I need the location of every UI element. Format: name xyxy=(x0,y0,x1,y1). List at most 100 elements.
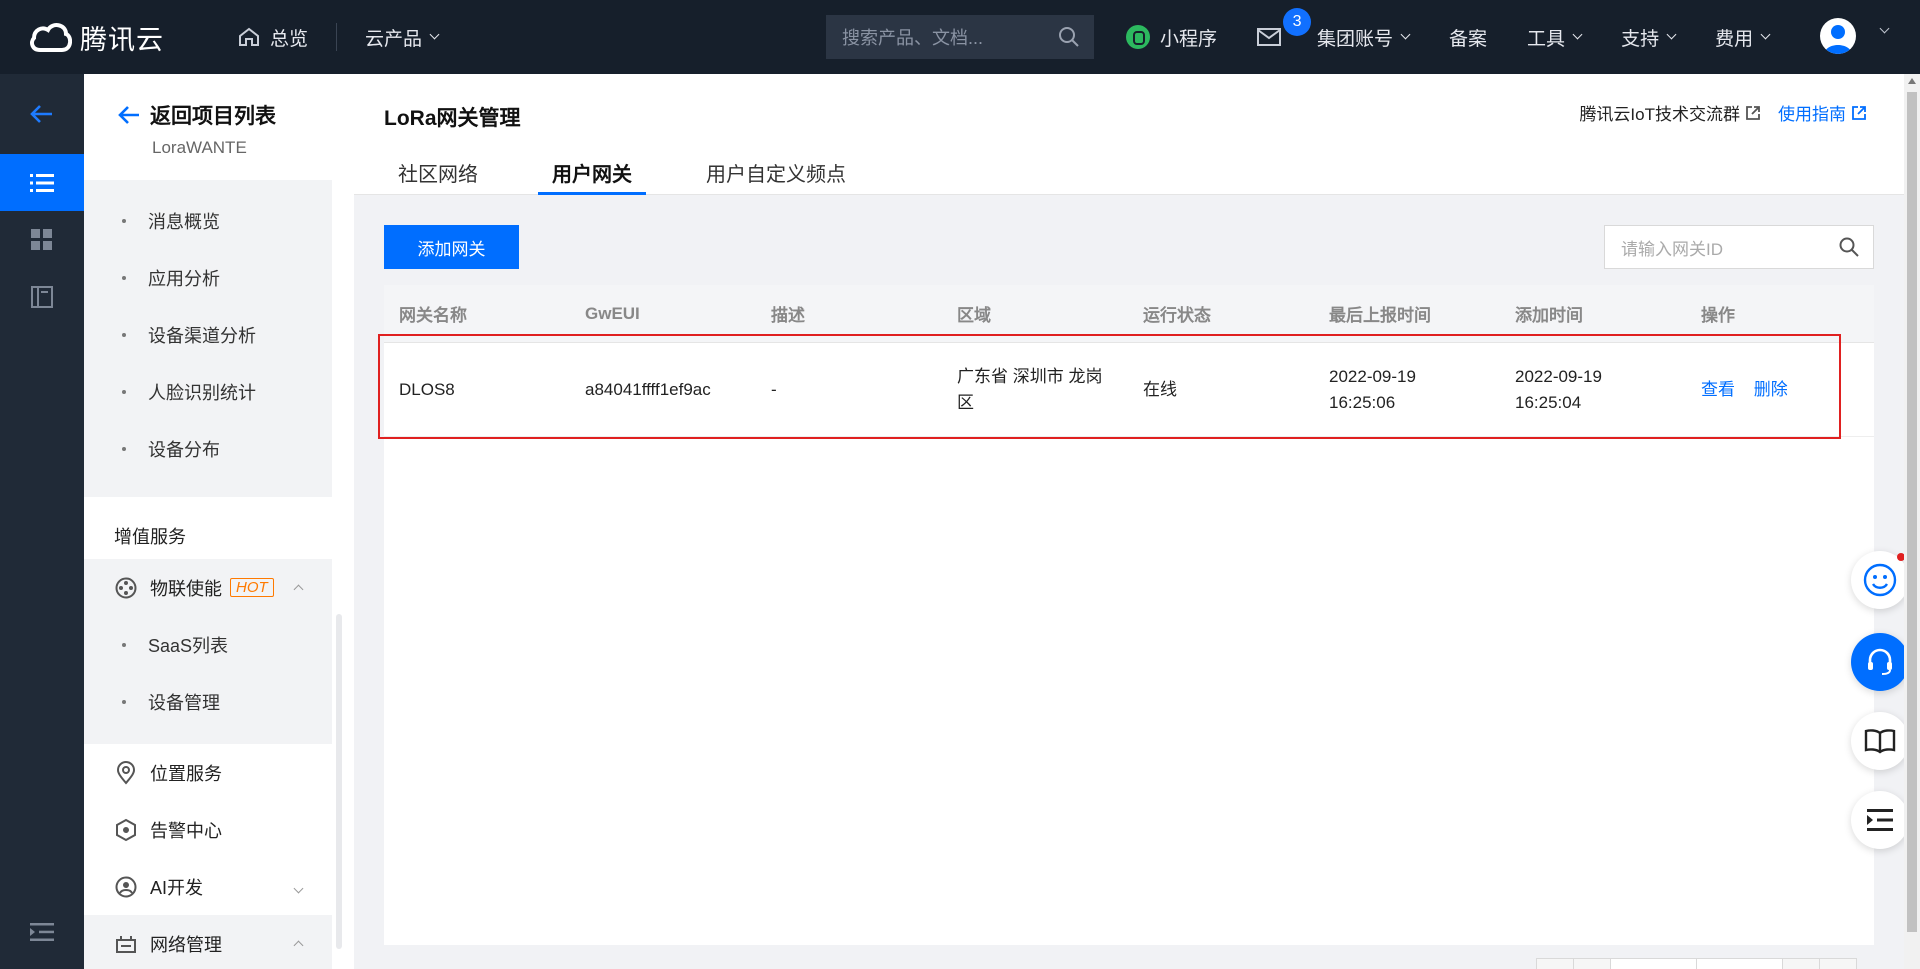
table-header: 网关名称 GwEUI 描述 区域 运行状态 最后上报时间 添加时间 操作 xyxy=(384,285,1874,343)
sidebar-item-label: 设备管理 xyxy=(148,692,220,713)
column-header: 最后上报时间 xyxy=(1329,306,1431,325)
tab-community-network[interactable]: 社区网络 xyxy=(384,158,492,195)
chevron-up-icon xyxy=(286,577,304,598)
pager-cell[interactable] xyxy=(1782,958,1821,969)
chevron-down-icon[interactable] xyxy=(1879,23,1890,34)
user-icon xyxy=(1824,25,1852,54)
hot-badge: HOT xyxy=(230,578,274,597)
sidebar-item-label: 应用分析 xyxy=(148,268,220,289)
tech-group-label: 腾讯云IoT技术交流群 xyxy=(1579,105,1740,124)
sidebar-item-iot-enable[interactable]: 物联使能 HOT xyxy=(84,559,332,616)
gateway-id-search-input[interactable]: 请输入网关ID xyxy=(1604,225,1874,269)
rail-docs[interactable] xyxy=(0,268,84,325)
sidebar-item-message-overview[interactable]: 消息概览 xyxy=(84,192,332,249)
headset-icon xyxy=(1868,648,1892,675)
gateway-name-cell: DLOS8 xyxy=(399,379,455,399)
sidebar-item-label: 位置服务 xyxy=(150,763,222,784)
tencent-cloud-logo[interactable]: 腾讯云 xyxy=(28,18,188,57)
header-links: 腾讯云IoT技术交流群 使用指南 xyxy=(1579,100,1866,125)
sidebar-item-face-stats[interactable]: 人脸识别统计 xyxy=(84,363,332,420)
page-header: LoRa网关管理 腾讯云IoT技术交流群 使用指南 社区网络 用户网关 用户自定… xyxy=(354,74,1904,195)
sidebar-item-device-distribution[interactable]: 设备分布 xyxy=(84,420,332,477)
docs-button[interactable] xyxy=(1851,712,1909,770)
message-button[interactable]: 3 xyxy=(1257,8,1312,46)
cloud-logo-icon xyxy=(30,23,72,52)
global-search-input[interactable]: 搜索产品、文档... xyxy=(826,15,1094,59)
project-name: LoraWANTE xyxy=(152,138,247,157)
chevron-down-icon xyxy=(1572,29,1583,40)
gateway-search-placeholder: 请输入网关ID xyxy=(1621,239,1723,259)
tech-group-link[interactable]: 腾讯云IoT技术交流群 xyxy=(1579,100,1760,125)
chevron-down-icon xyxy=(1400,29,1411,40)
status-cell: 在线 xyxy=(1143,379,1177,399)
network-icon xyxy=(114,932,138,956)
page-scrollbar[interactable] xyxy=(1904,74,1920,969)
user-avatar[interactable] xyxy=(1820,18,1856,54)
last-report-cell: 2022-09-19 16:25:06 xyxy=(1329,366,1416,412)
list-icon xyxy=(30,173,54,192)
view-link[interactable]: 查看 xyxy=(1701,380,1735,399)
scrollbar-thumb[interactable] xyxy=(1907,92,1917,932)
search-icon[interactable] xyxy=(1839,237,1859,257)
open-book-icon xyxy=(1864,729,1896,754)
pagination xyxy=(1536,958,1857,969)
record-link[interactable]: 备案 xyxy=(1449,24,1487,51)
menu-toggle-button[interactable] xyxy=(1851,791,1909,849)
sidebar-item-channel-analysis[interactable]: 设备渠道分析 xyxy=(84,306,332,363)
user-guide-link[interactable]: 使用指南 xyxy=(1778,100,1866,125)
pager-size-select[interactable] xyxy=(1609,958,1697,969)
billing-menu[interactable]: 费用 xyxy=(1715,24,1771,51)
chevron-down-icon xyxy=(286,876,304,897)
nav-cloud-products[interactable]: 云产品 xyxy=(365,24,440,51)
pager-cell[interactable] xyxy=(1819,958,1857,969)
rail-list[interactable] xyxy=(0,154,84,211)
home-icon xyxy=(239,27,259,46)
back-to-projects-link[interactable]: 返回项目列表 xyxy=(118,100,354,130)
collapse-menu-button[interactable] xyxy=(0,923,84,941)
account-menu[interactable]: 集团账号 xyxy=(1317,24,1411,51)
sidebar-item-alarm[interactable]: 告警中心 xyxy=(84,801,332,858)
section-heading: 增值服务 xyxy=(114,527,186,547)
delete-link[interactable]: 删除 xyxy=(1754,380,1788,399)
sidebar-item-location[interactable]: 位置服务 xyxy=(84,744,332,801)
menu-collapse-icon xyxy=(30,923,54,941)
tab-user-gateway[interactable]: 用户网关 xyxy=(538,158,646,195)
record-label: 备案 xyxy=(1449,28,1488,50)
column-header: 运行状态 xyxy=(1143,306,1211,325)
sidebar-item-label: AI开发 xyxy=(150,877,204,898)
arrow-left-icon xyxy=(30,105,52,123)
search-placeholder: 搜索产品、文档... xyxy=(842,28,984,48)
sidebar-item-label: SaaS列表 xyxy=(148,635,229,656)
sidebar-item-device-management[interactable]: 设备管理 xyxy=(84,673,332,730)
add-gateway-button[interactable]: 添加网关 xyxy=(384,225,519,269)
arrow-left-icon xyxy=(118,106,139,124)
sidebar-item-ai[interactable]: AI开发 xyxy=(84,858,332,915)
tools-menu[interactable]: 工具 xyxy=(1527,24,1583,51)
back-arrow-button[interactable] xyxy=(0,74,84,154)
pager-page-input[interactable] xyxy=(1696,958,1784,969)
ai-user-icon xyxy=(114,875,138,899)
network-group: 网络管理 xyxy=(84,915,332,969)
pager-cell[interactable] xyxy=(1572,958,1611,969)
sidebar-item-saas-list[interactable]: SaaS列表 xyxy=(84,616,332,673)
scroll-up-arrow-icon[interactable] xyxy=(1908,78,1916,84)
nav-overview[interactable]: 总览 xyxy=(238,24,308,51)
miniprogram-link[interactable]: 小程序 xyxy=(1126,24,1217,51)
tools-label: 工具 xyxy=(1527,28,1566,50)
rail-dashboard[interactable] xyxy=(0,211,84,268)
pager-cell[interactable] xyxy=(1536,958,1574,969)
sidebar-item-app-analysis[interactable]: 应用分析 xyxy=(84,249,332,306)
sidebar-scrollbar[interactable] xyxy=(336,614,342,949)
page-title: LoRa网关管理 xyxy=(384,107,521,130)
gateway-table: 网关名称 GwEUI 描述 区域 运行状态 最后上报时间 添加时间 操作 DLO… xyxy=(384,285,1874,945)
search-icon[interactable] xyxy=(1058,26,1080,48)
tab-custom-frequency[interactable]: 用户自定义频点 xyxy=(692,158,860,195)
feedback-button[interactable] xyxy=(1851,551,1909,609)
icon-rail xyxy=(0,74,84,969)
support-menu[interactable]: 支持 xyxy=(1621,24,1677,51)
sidebar-item-network[interactable]: 网络管理 xyxy=(84,915,332,969)
brand-name: 腾讯云 xyxy=(80,24,164,55)
smiley-icon xyxy=(1863,563,1897,597)
customer-service-button[interactable] xyxy=(1851,633,1909,691)
book-icon xyxy=(31,285,53,308)
